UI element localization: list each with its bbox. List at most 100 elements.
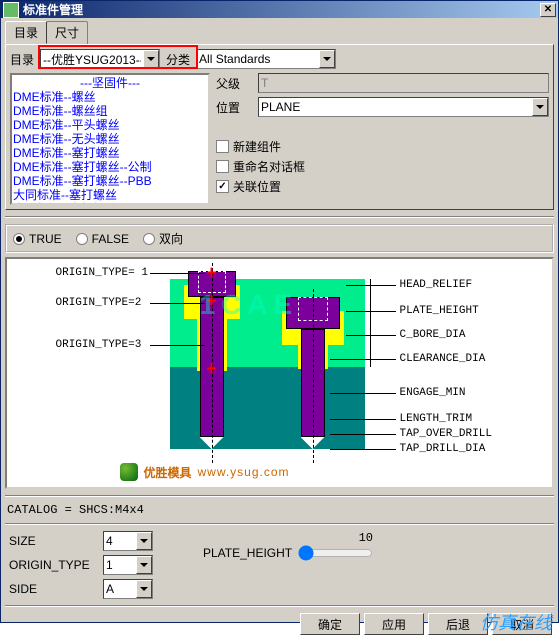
list-item[interactable]: DME标准--塞打螺丝 [13,146,207,160]
radio-icon [13,233,25,245]
cb-assoc-position[interactable]: 关联位置 [216,178,549,195]
chevron-down-icon[interactable] [136,556,152,574]
window-root: 标准件管理 ✕ 目录 尺寸 目录 分类 ---坚固件--- DM [0,0,559,623]
listbox-header: ---坚固件--- [13,76,207,90]
divider [5,216,554,218]
plate-height-control: 10 PLATE_HEIGHT [203,531,373,599]
radio-group: TRUE FALSE 双向 [5,224,554,253]
radio-icon [143,233,155,245]
leaf-icon [120,463,138,481]
params-panel: SIZE ORIGIN_TYPE SIDE 10 PLATE_HEIGH [1,527,558,603]
catalog-line: CATALOG = SHCS:M4x4 [7,503,552,517]
side-label: SIDE [9,582,99,596]
plate-height-slider[interactable] [298,545,373,561]
list-item[interactable]: 大同标准--塞打螺丝--STO [13,202,207,205]
class-input[interactable] [197,52,319,66]
parent-label: 父级 [216,75,252,92]
size-combo[interactable] [103,531,153,551]
leader-line [330,434,396,435]
list-item[interactable]: DME标准--塞打螺丝--PBB [13,174,207,188]
leader-line [346,335,396,336]
head-relief-label: HEAD_RELIEF [400,279,473,291]
cb-label: 重命名对话框 [233,158,305,175]
ok-button[interactable]: 确定 [300,613,360,635]
radio-bidir[interactable]: 双向 [143,230,183,247]
position-label: 位置 [216,99,252,116]
chevron-down-icon[interactable] [532,98,548,116]
cancel-button[interactable]: 取消 [492,613,552,635]
c-bore-dia-label: C_BORE_DIA [400,329,466,341]
list-item[interactable]: 大同标准--塞打螺丝 [13,188,207,202]
cb-rename-dialog[interactable]: 重命名对话框 [216,158,549,175]
brand-url: www.ysug.com [198,465,290,479]
position-combo[interactable] [258,97,549,117]
leader-line [150,303,205,304]
clearance-dia-label: CLEARANCE_DIA [400,353,486,365]
origin-type-label: ORIGIN_TYPE [9,558,99,572]
catalog-combo[interactable] [40,49,160,69]
leader-line [346,285,396,286]
length-trim-label: LENGTH_TRIM [400,413,473,425]
plate-height-slider-label: PLATE_HEIGHT [203,546,292,560]
leader-line [330,449,396,450]
size-input[interactable] [104,534,136,548]
plate-height-label: PLATE_HEIGHT [400,305,479,317]
chevron-down-icon[interactable] [136,580,152,598]
divider [5,605,554,607]
class-label: 分类 [166,51,190,68]
list-item[interactable]: DME标准--无头螺丝 [13,132,207,146]
divider [5,523,554,525]
catalog-input[interactable] [41,52,143,66]
brand-zh: 优胜模具 [144,464,192,481]
top-panel: 目录 分类 ---坚固件--- DME标准--螺丝 DME标准--螺丝组 DME… [5,44,554,210]
diagram: + + + ORIGIN_TYPE= 1 ORIGIN_TYPE=2 ORIGI… [50,263,510,483]
plate-height-max: 10 [359,531,373,545]
position-input[interactable] [259,100,532,114]
radio-true[interactable]: TRUE [13,230,62,247]
chevron-down-icon[interactable] [143,50,159,68]
side-combo[interactable] [103,579,153,599]
cb-label: 新建组件 [233,138,281,155]
side-input[interactable] [104,582,136,596]
leader-line [150,273,205,274]
checkbox-icon[interactable] [216,140,229,153]
diagram-panel: + + + ORIGIN_TYPE= 1 ORIGIN_TYPE=2 ORIGI… [5,257,554,489]
leader-line [150,345,205,346]
list-item[interactable]: DME标准--螺丝 [13,90,207,104]
chevron-down-icon[interactable] [136,532,152,550]
centerline [313,289,314,463]
list-item[interactable]: DME标准--平头螺丝 [13,118,207,132]
footer: 确定 应用 后退 取消 仿真在线 [1,609,558,639]
cb-label: 关联位置 [233,178,281,195]
tap-over-drill-label: TAP_OVER_DRILL [400,428,492,440]
tab-size[interactable]: 尺寸 [46,21,88,44]
origin-type-input[interactable] [104,558,136,572]
class-combo[interactable] [196,49,336,69]
radio-false[interactable]: FALSE [76,230,129,247]
leader-line [330,393,396,394]
radio-label: 双向 [159,230,183,247]
back-button[interactable]: 后退 [428,613,488,635]
right-column: 父级 T 位置 新建组件 重命名对话框 [216,73,549,205]
cb-new-component[interactable]: 新建组件 [216,138,549,155]
leader-line [330,359,396,360]
list-item[interactable]: DME标准--螺丝组 [13,104,207,118]
close-icon[interactable]: ✕ [540,3,556,17]
origin-type-combo[interactable] [103,555,153,575]
titlebar: 标准件管理 ✕ [1,1,558,18]
engage-min-label: ENGAGE_MIN [400,387,466,399]
standards-listbox[interactable]: ---坚固件--- DME标准--螺丝 DME标准--螺丝组 DME标准--平头… [10,73,210,205]
checkbox-icon[interactable] [216,180,229,193]
chevron-down-icon[interactable] [319,50,335,68]
size-label: SIZE [9,534,99,548]
radio-icon [76,233,88,245]
tab-catalog[interactable]: 目录 [5,21,47,44]
radio-label: FALSE [92,232,129,246]
checkbox-icon[interactable] [216,160,229,173]
apply-button[interactable]: 应用 [364,613,424,635]
leader-line [346,311,396,312]
tabstrip: 目录 尺寸 [1,18,558,44]
window-title: 标准件管理 [23,1,540,18]
list-item[interactable]: DME标准--塞打螺丝--公制 [13,160,207,174]
brand-logo: 优胜模具 www.ysug.com [120,463,290,481]
